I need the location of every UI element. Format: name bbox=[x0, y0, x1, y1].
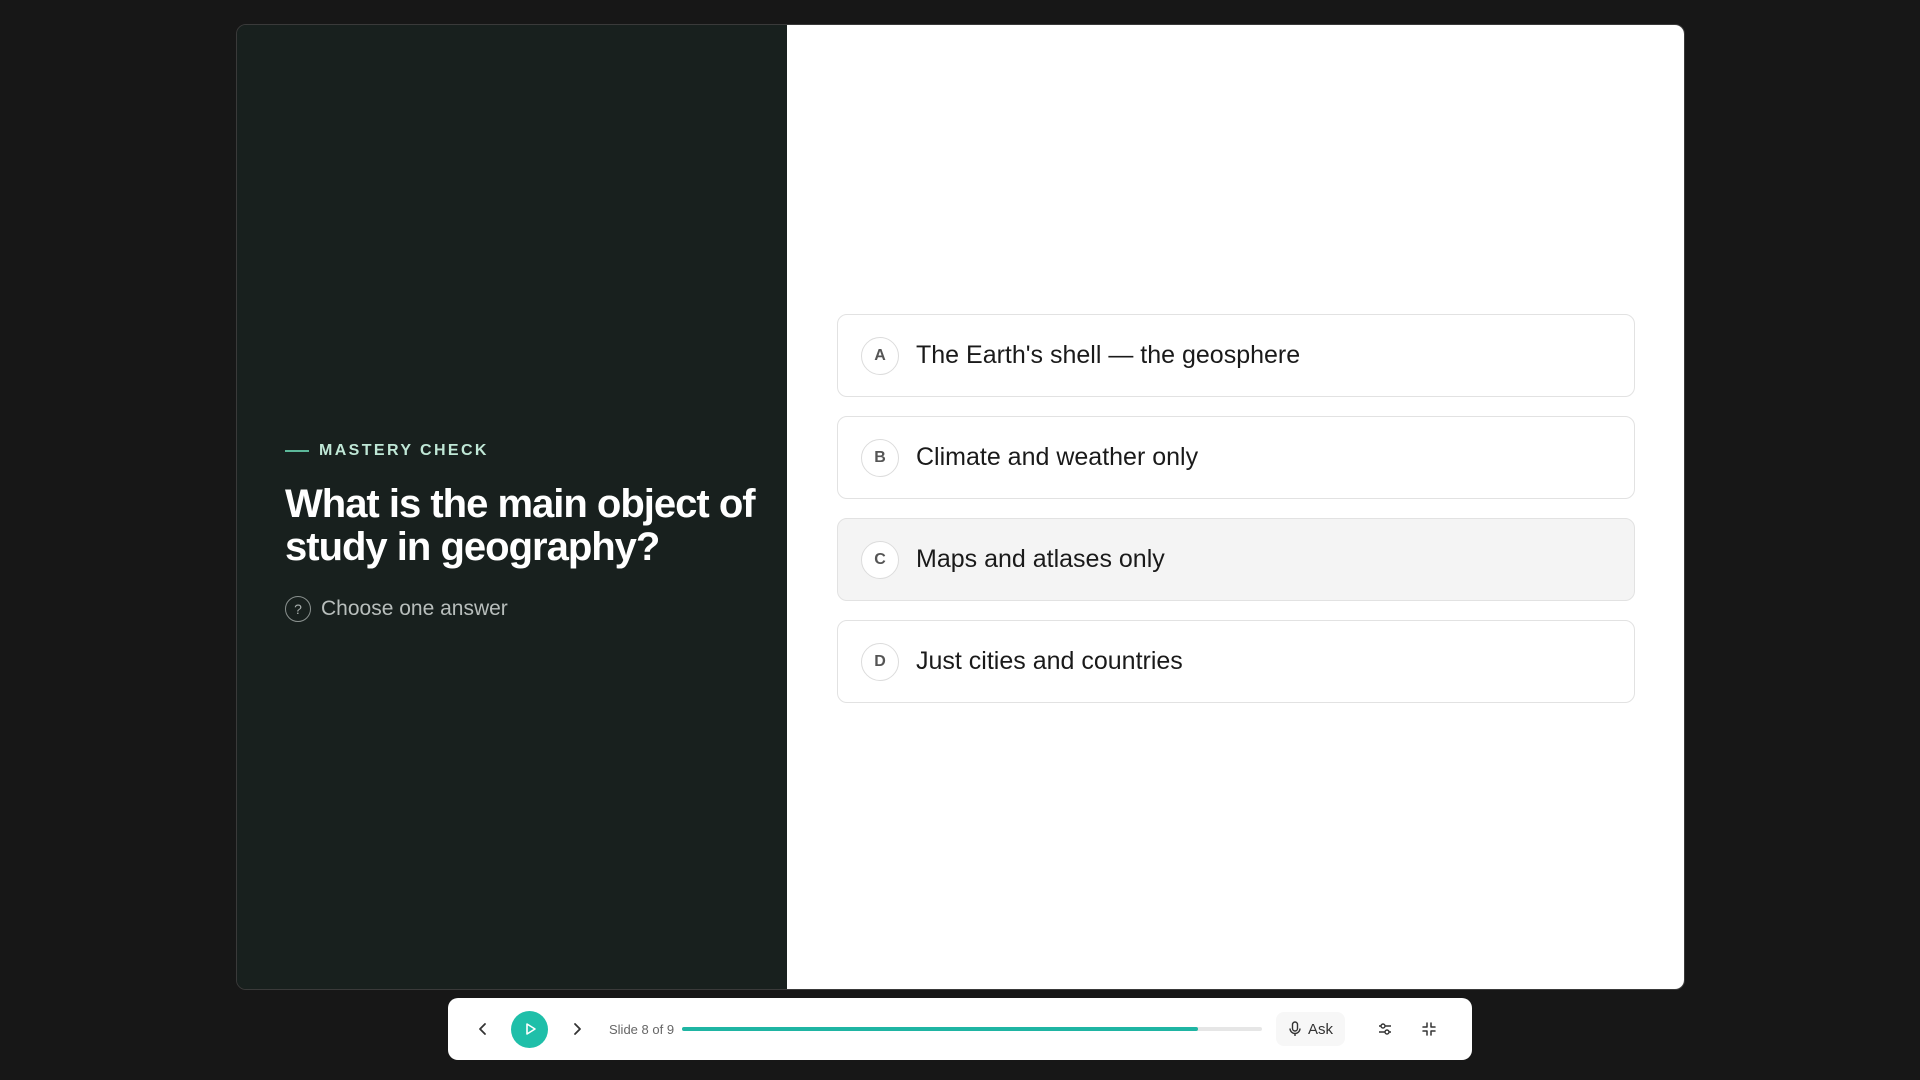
player-controls: Slide 8 of 9 Ask bbox=[448, 998, 1472, 1060]
eyebrow-line bbox=[285, 450, 309, 452]
answer-option-c[interactable]: C Maps and atlases only bbox=[837, 518, 1635, 601]
question-circle-icon: ? bbox=[285, 596, 311, 622]
eyebrow: MASTERY CHECK bbox=[285, 442, 489, 460]
microphone-icon bbox=[1289, 1021, 1301, 1036]
minimize-icon bbox=[1422, 1022, 1436, 1036]
option-text: The Earth's shell — the geosphere bbox=[916, 341, 1301, 369]
sliders-icon bbox=[1379, 1023, 1392, 1035]
play-button[interactable] bbox=[511, 1010, 548, 1048]
slide: MASTERY CHECK What is the main object of… bbox=[236, 24, 1685, 990]
ask-button[interactable]: Ask bbox=[1276, 1012, 1346, 1046]
chevron-left-icon bbox=[479, 1023, 486, 1035]
option-letter: D bbox=[861, 642, 899, 681]
progress-fill bbox=[682, 1027, 1199, 1031]
answer-option-d[interactable]: D Just cities and countries bbox=[837, 620, 1635, 703]
play-icon bbox=[525, 1023, 536, 1035]
slide-counter: Slide 8 of 9 bbox=[609, 1021, 675, 1037]
answer-options: A The Earth's shell — the geosphere B Cl… bbox=[837, 314, 1635, 722]
next-button[interactable] bbox=[559, 1011, 595, 1047]
option-letter: C bbox=[861, 540, 899, 579]
hint: ? Choose one answer bbox=[285, 596, 508, 622]
option-letter: B bbox=[861, 438, 899, 477]
eyebrow-label: MASTERY CHECK bbox=[319, 442, 489, 459]
prev-button[interactable] bbox=[465, 1011, 501, 1047]
answer-option-a[interactable]: A The Earth's shell — the geosphere bbox=[837, 314, 1635, 397]
question-panel: MASTERY CHECK What is the main object of… bbox=[237, 25, 787, 989]
chevron-right-icon bbox=[574, 1023, 581, 1035]
hint-text: Choose one answer bbox=[321, 597, 508, 620]
ask-label: Ask bbox=[1308, 1020, 1334, 1038]
option-letter: A bbox=[861, 336, 899, 375]
option-text: Climate and weather only bbox=[916, 443, 1199, 471]
exit-fullscreen-button[interactable] bbox=[1411, 1011, 1447, 1047]
settings-button[interactable] bbox=[1367, 1011, 1403, 1047]
answer-option-b[interactable]: B Climate and weather only bbox=[837, 416, 1635, 499]
question-title: What is the main object of study in geog… bbox=[285, 482, 756, 569]
option-text: Just cities and countries bbox=[916, 647, 1183, 675]
progress-bar[interactable] bbox=[682, 1027, 1263, 1031]
answers-panel: A The Earth's shell — the geosphere B Cl… bbox=[787, 25, 1684, 989]
option-text: Maps and atlases only bbox=[916, 545, 1165, 573]
